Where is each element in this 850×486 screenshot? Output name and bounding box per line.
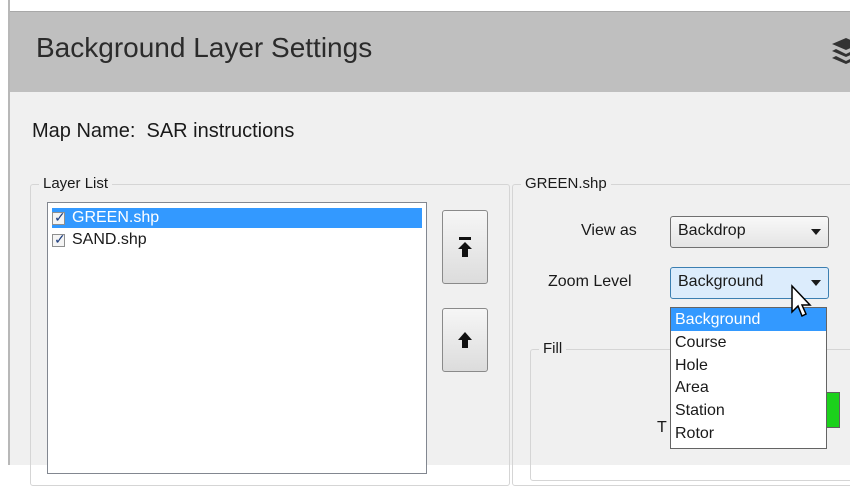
- move-up-button[interactable]: [442, 308, 488, 372]
- view-as-value: Backdrop: [678, 222, 746, 239]
- layer-label: GREEN.shp: [72, 209, 160, 226]
- view-as-select[interactable]: Backdrop: [670, 216, 829, 248]
- chevron-down-icon: [811, 229, 821, 235]
- map-name: Map Name: SAR instructions: [32, 120, 294, 143]
- dropdown-option[interactable]: Course: [671, 331, 826, 354]
- layer-list-group-label: Layer List: [39, 175, 113, 192]
- fill-group-label: Fill: [539, 340, 567, 357]
- move-to-top-icon: [458, 237, 472, 257]
- layer-list[interactable]: ✓ GREEN.shp ✓ SAND.shp: [47, 202, 427, 474]
- window-title: Background Layer Settings: [36, 32, 373, 63]
- mouse-cursor-icon: [790, 284, 814, 325]
- zoom-level-dropdown[interactable]: Background Course Hole Area Station Roto…: [670, 307, 827, 449]
- arrow-up-icon: [458, 332, 472, 348]
- fill-color-swatch[interactable]: [826, 392, 840, 428]
- zoom-level-label: Zoom Level: [548, 273, 632, 290]
- move-to-top-button[interactable]: [442, 210, 488, 284]
- map-name-label: Map Name:: [32, 120, 136, 142]
- layer-label: SAND.shp: [72, 231, 147, 248]
- dropdown-option[interactable]: Rotor: [671, 422, 826, 445]
- layer-checkbox[interactable]: ✓: [52, 209, 66, 225]
- layer-properties-group-label: GREEN.shp: [521, 175, 611, 192]
- fill-partial-label: T: [657, 419, 667, 436]
- dropdown-option[interactable]: Hole: [671, 354, 826, 377]
- layers-icon[interactable]: [828, 34, 850, 70]
- layer-checkbox[interactable]: ✓: [52, 231, 66, 247]
- dropdown-option[interactable]: Station: [671, 399, 826, 422]
- view-as-label: View as: [581, 222, 637, 239]
- list-item[interactable]: ✓ GREEN.shp: [52, 208, 422, 228]
- dropdown-option[interactable]: Area: [671, 376, 826, 399]
- list-item[interactable]: ✓ SAND.shp: [52, 230, 147, 250]
- app-window: Background Layer Settings Map Name: SAR …: [0, 0, 850, 486]
- map-name-value: SAR instructions: [146, 120, 295, 142]
- title-bar: Background Layer Settings: [10, 11, 850, 92]
- zoom-level-value: Background: [678, 273, 764, 290]
